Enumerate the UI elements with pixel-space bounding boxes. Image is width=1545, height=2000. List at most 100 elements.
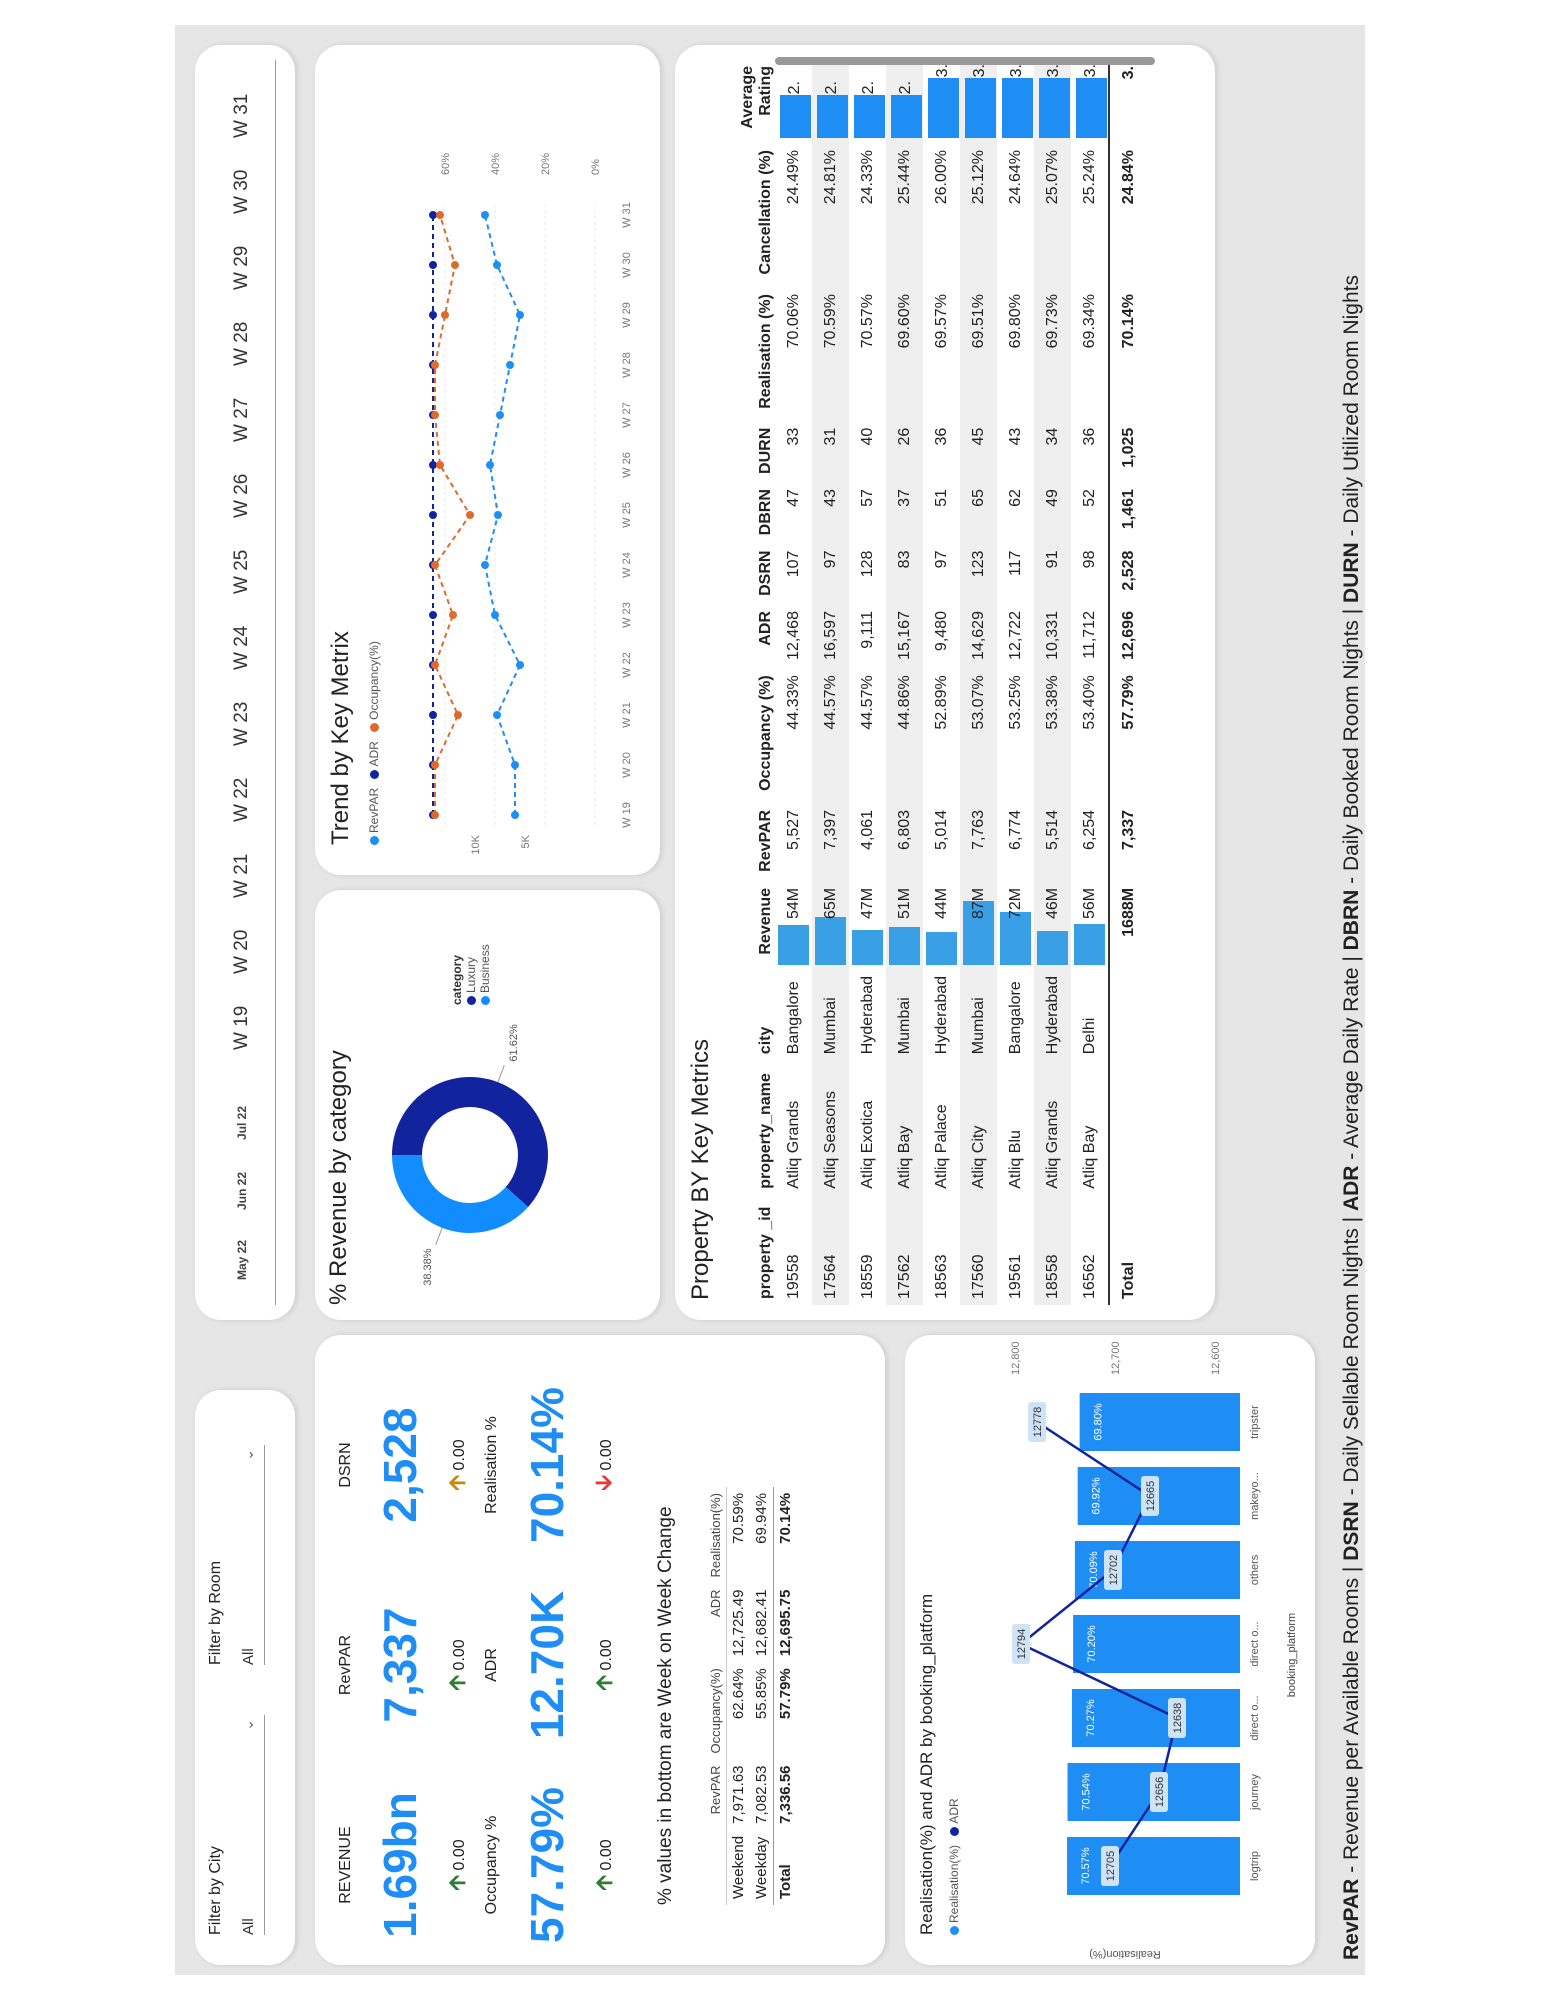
data-point-revpar[interactable]: [491, 611, 499, 619]
column-header[interactable]: RevPAR: [725, 804, 775, 882]
column-header[interactable]: Occupancy (%): [725, 669, 775, 804]
data-point-revpar[interactable]: [493, 261, 501, 269]
weektype-header-cell[interactable]: RevPAR: [705, 1760, 727, 1830]
data-point-revpar[interactable]: [486, 461, 494, 469]
table-row[interactable]: 18559 Atliq Exotica Hyderabad 47M 4,061 44.57…: [849, 60, 886, 1305]
table-row[interactable]: 18563 Atliq Palace Hyderabad 44M 5,014 52.89%…: [923, 60, 960, 1305]
legend-item-realisation[interactable]: Realisation(%): [947, 1845, 961, 1935]
legend-item-adr[interactable]: ADR: [947, 1798, 961, 1836]
bar-3[interactable]: [1073, 1615, 1240, 1673]
slicer-week-w25[interactable]: W 25: [231, 550, 253, 594]
table-row[interactable]: 17560 Atliq City Mumbai 87M 7,763 53.07% 14,62…: [960, 60, 997, 1305]
data-point-occupancy[interactable]: [431, 411, 439, 419]
weektype-header-cell[interactable]: ADR: [705, 1584, 727, 1663]
table-cell: 7,082.53: [753, 1765, 770, 1824]
legend-item-luxury[interactable]: Luxury: [464, 944, 478, 1005]
column-header[interactable]: property _id: [725, 1195, 775, 1305]
data-point-revpar[interactable]: [493, 711, 501, 719]
table-cell: 1,025: [1109, 421, 1147, 484]
week-slicer[interactable]: May 22 Jun 22 Jul 22 W 19 W 20 W 21 W 22 W 23 W …: [195, 45, 295, 1320]
data-point-revpar[interactable]: [481, 561, 489, 569]
slicer-week-w29[interactable]: W 29: [231, 246, 253, 290]
slicer-week-w20[interactable]: W 20: [231, 930, 253, 974]
data-point-adr[interactable]: [429, 311, 437, 319]
trend-line-chart[interactable]: W 19 W 20 W 21 W 22 W 23 W 24 W 25 W 26 W 27 W 28…: [385, 45, 660, 875]
platform-combo-chart[interactable]: Realisation(%) 12,600 12,700 12,800 70.57% lo…: [965, 1335, 1315, 1965]
column-header[interactable]: DURN: [725, 422, 775, 483]
slicer-week-w28[interactable]: W 28: [231, 322, 253, 366]
column-header[interactable]: ADR: [725, 605, 775, 669]
bar-2[interactable]: [1071, 1689, 1241, 1747]
legend-item-adr[interactable]: ADR: [367, 741, 381, 779]
room-filter-dropdown[interactable]: All ⌄: [240, 1445, 265, 1665]
data-point-occupancy[interactable]: [454, 711, 462, 719]
data-point-occupancy[interactable]: [449, 611, 457, 619]
legend-item-business[interactable]: Business: [478, 944, 492, 1005]
slicer-week-w31[interactable]: W 31: [231, 94, 253, 138]
y2-tick-label: 12,800: [1010, 1341, 1022, 1375]
data-point-revpar[interactable]: [511, 811, 519, 819]
donut-slice-business[interactable]: [392, 1155, 529, 1233]
data-point-adr[interactable]: [429, 261, 437, 269]
column-header[interactable]: DSRN: [725, 545, 775, 605]
column-header[interactable]: Average Rating: [725, 60, 775, 144]
data-point-revpar[interactable]: [516, 661, 524, 669]
table-row[interactable]: 16562 Atliq Bay Delhi 56M 6,254 53.40% 11,712 9…: [1071, 60, 1109, 1305]
data-point-occupancy[interactable]: [451, 261, 459, 269]
table-cell: [1109, 964, 1147, 1061]
data-point-occupancy[interactable]: [466, 511, 474, 519]
weektype-header-cell[interactable]: Realisation(%): [705, 1487, 727, 1584]
data-point-adr[interactable]: [429, 711, 437, 719]
column-header[interactable]: Realisation (%): [725, 288, 775, 422]
table-scrollbar[interactable]: [775, 57, 1155, 65]
table-row[interactable]: 19558 Atliq Grands Bangalore 54M 5,527 44.33%…: [775, 60, 812, 1305]
revenue-category-card: % Revenue by category 61.62% 38.38% categ…: [315, 890, 660, 1320]
slicer-week-w26[interactable]: W 26: [231, 474, 253, 518]
column-header[interactable]: property_name: [725, 1060, 775, 1195]
data-point-adr[interactable]: [429, 211, 437, 219]
data-point-occupancy[interactable]: [431, 361, 439, 369]
data-point-revpar[interactable]: [496, 411, 504, 419]
data-point-revpar[interactable]: [494, 511, 502, 519]
data-point-adr[interactable]: [429, 611, 437, 619]
donut-chart[interactable]: 61.62% 38.38%: [360, 890, 660, 1320]
bar-0[interactable]: [1067, 1837, 1240, 1895]
column-header[interactable]: DBRN: [725, 483, 775, 544]
slicer-week-w22[interactable]: W 22: [231, 778, 253, 822]
table-row[interactable]: 17564 Atliq Seasons Mumbai 65M 7,397 44.57% 16…: [812, 60, 849, 1305]
column-header[interactable]: Revenue: [725, 882, 775, 965]
weektype-header-cell[interactable]: Occupancy(%): [705, 1662, 727, 1759]
data-point-occupancy[interactable]: [431, 661, 439, 669]
slicer-week-w19[interactable]: W 19: [231, 1006, 253, 1050]
slicer-week-w27[interactable]: W 27: [231, 398, 253, 442]
slicer-week-w30[interactable]: W 30: [231, 170, 253, 214]
table-row[interactable]: 19561 Atliq Blu Bangalore 72M 6,774 53.25% 12,…: [997, 60, 1034, 1305]
data-point-revpar[interactable]: [506, 361, 514, 369]
data-point-adr[interactable]: [429, 461, 437, 469]
column-header[interactable]: Cancellation (%): [725, 144, 775, 288]
data-point-revpar[interactable]: [511, 761, 519, 769]
slicer-week-w21[interactable]: W 21: [231, 854, 253, 898]
table-cell: 15,167: [886, 605, 923, 670]
legend-item-occupancy[interactable]: Occupancy(%): [367, 641, 381, 732]
city-filter-dropdown[interactable]: All ⌄: [240, 1715, 265, 1935]
table-row[interactable]: 18558 Atliq Grands Hyderabad 46M 5,514 53.38%…: [1034, 60, 1071, 1305]
data-point-revpar[interactable]: [481, 211, 489, 219]
column-header[interactable]: city: [725, 965, 775, 1060]
table-cell: 57.79%: [777, 1668, 794, 1720]
data-point-occupancy[interactable]: [441, 311, 449, 319]
data-point-revpar[interactable]: [516, 311, 524, 319]
data-point-adr[interactable]: [429, 511, 437, 519]
data-point-occupancy[interactable]: [431, 761, 439, 769]
slicer-week-w23[interactable]: W 23: [231, 702, 253, 746]
legend-item-revpar[interactable]: RevPAR: [367, 788, 381, 845]
table-row[interactable]: 17562 Atliq Bay Mumbai 51M 6,803 44.86% 15,167…: [886, 60, 923, 1305]
data-point-occupancy[interactable]: [431, 561, 439, 569]
table-cell: 70.06%: [784, 294, 802, 349]
table-cell: 5,527: [784, 809, 802, 850]
data-point-occupancy[interactable]: [436, 461, 444, 469]
data-point-occupancy[interactable]: [431, 811, 439, 819]
realisation-delta-value: 0.00: [598, 1439, 615, 1471]
data-point-occupancy[interactable]: [436, 211, 444, 219]
slicer-week-w24[interactable]: W 24: [231, 626, 253, 670]
